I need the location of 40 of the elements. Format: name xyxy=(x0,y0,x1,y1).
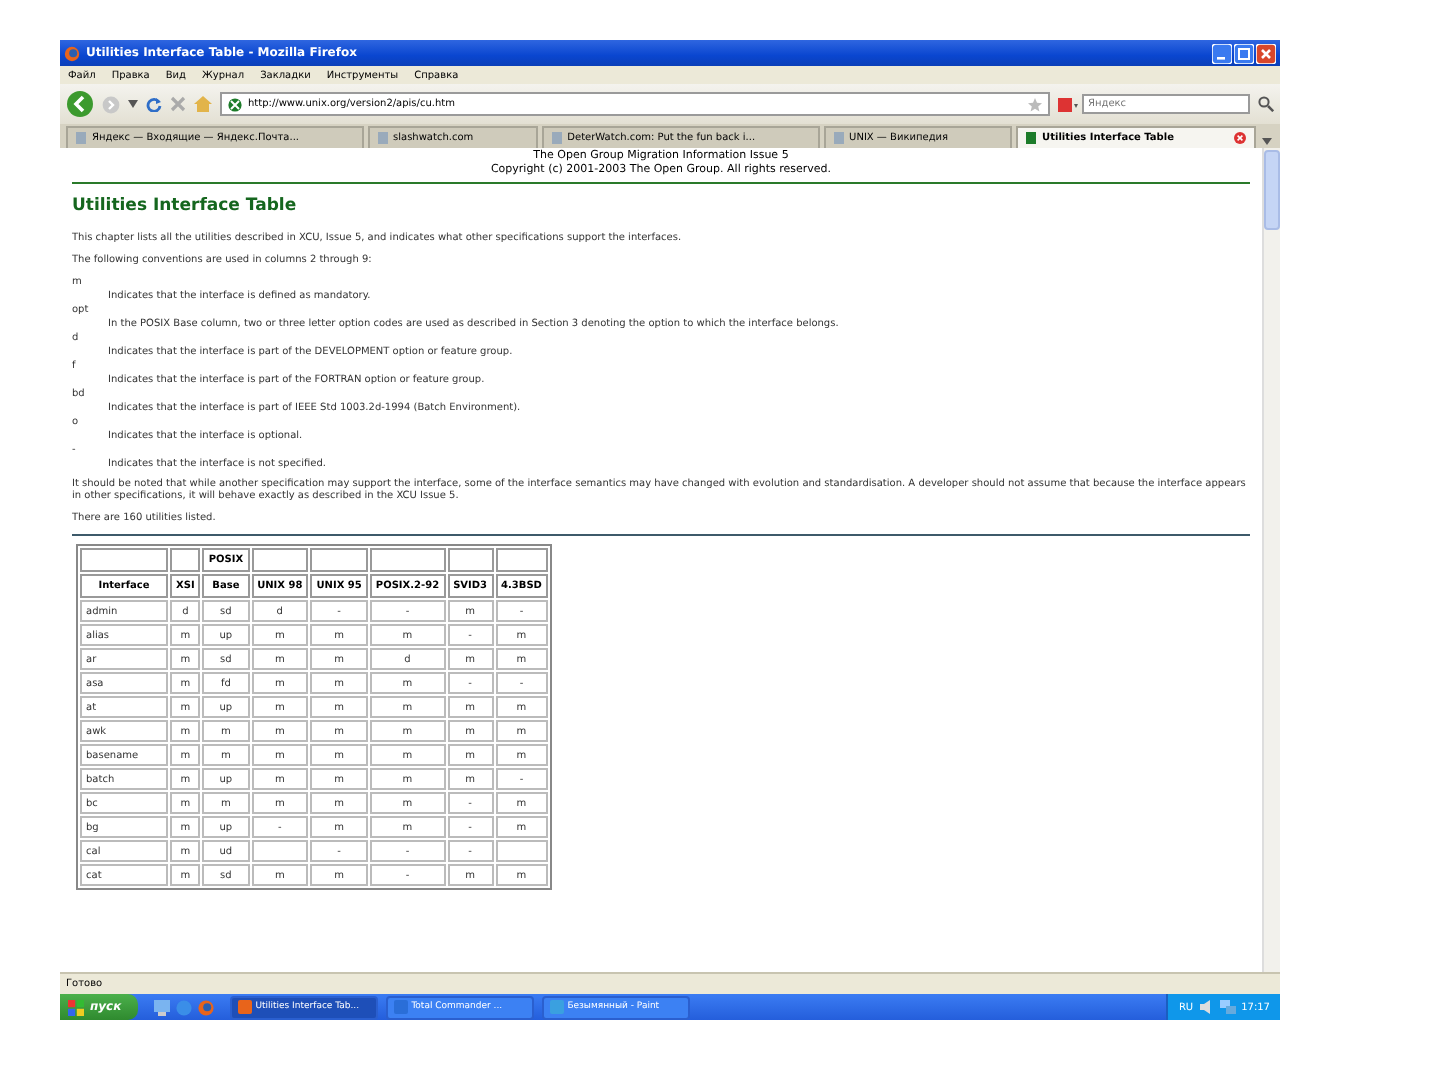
page-icon xyxy=(76,132,86,144)
close-icon[interactable] xyxy=(1234,132,1246,144)
page-icon xyxy=(377,132,388,144)
back-icon[interactable] xyxy=(66,90,94,118)
empty-header-cell xyxy=(80,548,168,572)
reload-icon[interactable] xyxy=(146,96,162,112)
window-icon xyxy=(393,1000,408,1014)
star-icon[interactable] xyxy=(1028,97,1042,111)
search-engine-icon[interactable] xyxy=(1058,97,1078,111)
tab-list-icon[interactable] xyxy=(1260,134,1274,148)
page-icon xyxy=(1026,132,1037,144)
window-icon xyxy=(549,1000,564,1014)
scrollbar[interactable] xyxy=(1262,148,1280,972)
dropdown-icon[interactable] xyxy=(128,100,138,108)
window-icon xyxy=(237,1000,252,1014)
empty-cell xyxy=(495,840,548,862)
firefox-icon[interactable] xyxy=(197,999,214,1015)
close-icon[interactable] xyxy=(1256,43,1276,63)
empty-cell xyxy=(251,840,309,862)
network-icon[interactable] xyxy=(1219,1000,1236,1014)
empty-header-cell xyxy=(170,548,201,572)
empty-header-cell xyxy=(447,548,494,572)
stop-icon[interactable] xyxy=(170,96,186,112)
empty-header-cell xyxy=(251,548,309,572)
empty-header-cell xyxy=(369,548,446,572)
site-icon xyxy=(228,97,242,111)
speaker-icon[interactable] xyxy=(1199,1000,1214,1014)
forward-icon[interactable] xyxy=(102,95,120,113)
page-heading: Utilities Interface Table xyxy=(72,196,299,216)
empty-header-cell xyxy=(310,548,368,572)
search-icon[interactable] xyxy=(1258,96,1274,112)
empty-header-cell xyxy=(495,548,548,572)
minimize-icon[interactable] xyxy=(1212,43,1232,63)
windows-logo-icon xyxy=(68,999,84,1015)
firefox-icon xyxy=(64,45,80,61)
scroll-thumb[interactable] xyxy=(1264,150,1280,230)
page-icon xyxy=(833,132,844,144)
maximize-icon[interactable] xyxy=(1234,43,1254,63)
desktop-icon[interactable] xyxy=(153,999,170,1015)
page-icon xyxy=(551,132,562,144)
